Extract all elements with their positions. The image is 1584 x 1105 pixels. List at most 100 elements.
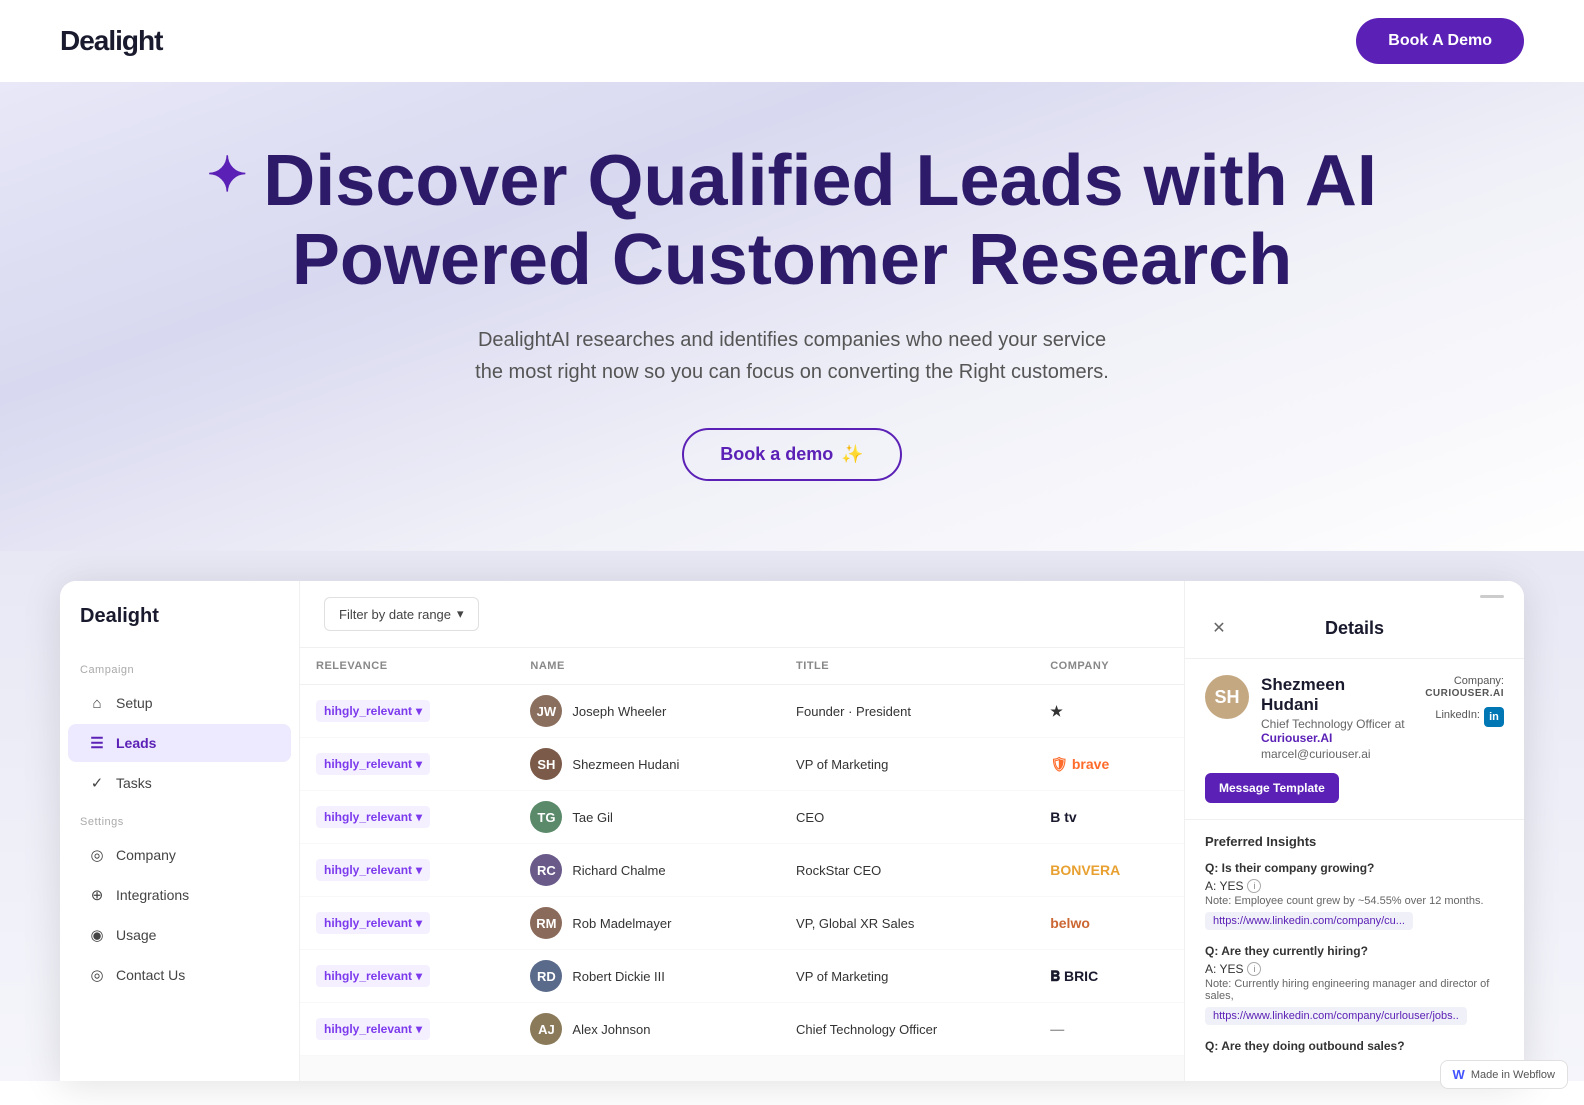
cell-relevance: hihgly_relevant ▾ — [300, 950, 514, 1003]
filter-chevron-icon: ▾ — [457, 606, 464, 622]
cell-company: belwo — [1034, 897, 1184, 950]
company-name: B tv — [1050, 809, 1076, 825]
sidebar-label-tasks: Tasks — [116, 775, 152, 791]
details-header: ✕ Details — [1185, 598, 1524, 659]
insight-a-1: A: YES i — [1205, 879, 1504, 893]
insight-link-1[interactable]: https://www.linkedin.com/company/cu... — [1205, 912, 1413, 930]
sidebar-item-leads[interactable]: ☰ Leads — [68, 724, 291, 762]
cell-title: VP of Marketing — [780, 738, 1034, 791]
relevance-badge: hihgly_relevant ▾ — [316, 753, 430, 775]
sidebar-item-usage[interactable]: ◉ Usage — [68, 916, 291, 954]
company-name: — — [1050, 1021, 1064, 1037]
row-avatar: TG — [530, 801, 562, 833]
webflow-label: Made in Webflow — [1471, 1069, 1555, 1081]
table-row[interactable]: hihgly_relevant ▾ AJ Alex Johnson Chief … — [300, 1003, 1184, 1056]
logo-text: Dealight — [60, 25, 162, 56]
insight-note-2: Note: Currently hiring engineering manag… — [1205, 978, 1504, 1002]
dropdown-icon[interactable]: ▾ — [416, 704, 422, 718]
cell-relevance: hihgly_relevant ▾ — [300, 685, 514, 738]
profile-company-link[interactable]: Curiouser.AI — [1261, 731, 1332, 745]
col-header-name: NAME — [514, 648, 780, 685]
dropdown-icon[interactable]: ▾ — [416, 916, 422, 930]
company-value-text: CURIOUSER.AI — [1425, 688, 1504, 699]
insight-answer-1: A: YES — [1205, 879, 1243, 893]
col-header-company: COMPANY — [1034, 648, 1184, 685]
book-demo-button[interactable]: Book A Demo — [1356, 18, 1524, 64]
col-header-relevance: RELEVANCE — [300, 648, 514, 685]
dropdown-icon[interactable]: ▾ — [416, 863, 422, 877]
sidebar-label-contact-us: Contact Us — [116, 967, 185, 983]
table-row[interactable]: hihgly_relevant ▾ SH Shezmeen Hudani VP … — [300, 738, 1184, 791]
insight-a-2: A: YES i — [1205, 962, 1504, 976]
cell-name: SH Shezmeen Hudani — [514, 738, 780, 791]
meta-linkedin: LinkedIn: in — [1417, 703, 1504, 727]
cell-name: JW Joseph Wheeler — [514, 685, 780, 738]
sidebar-label-setup: Setup — [116, 695, 153, 711]
sidebar-item-contact-us[interactable]: ◎ Contact Us — [68, 956, 291, 994]
hero-cta-emoji: ✨ — [841, 444, 863, 465]
cell-name: RC Richard Chalme — [514, 844, 780, 897]
webflow-badge: W Made in Webflow — [1440, 1060, 1568, 1089]
sidebar: Dealight Campaign ⌂ Setup ☰ Leads ✓ Task… — [60, 581, 300, 1081]
cell-company: 🛡 brave — [1034, 738, 1184, 791]
profile-role: Chief Technology Officer at Curiouser.AI — [1261, 717, 1405, 745]
row-avatar: RC — [530, 854, 562, 886]
cell-title: RockStar CEO — [780, 844, 1034, 897]
contact-icon: ◎ — [88, 966, 106, 984]
cell-name: RD Robert Dickie III — [514, 950, 780, 1003]
person-name: Tae Gil — [572, 810, 612, 825]
table-row[interactable]: hihgly_relevant ▾ RD Robert Dickie III V… — [300, 950, 1184, 1003]
details-panel: ✕ Details SH Shezmeen Hudani Chief Techn… — [1184, 581, 1524, 1081]
hero-section: ✦ Discover Qualified Leads with AI Power… — [0, 82, 1584, 561]
hero-cta-button[interactable]: Book a demo ✨ — [682, 428, 901, 481]
cell-name: TG Tae Gil — [514, 791, 780, 844]
dropdown-icon[interactable]: ▾ — [416, 810, 422, 824]
sidebar-item-integrations[interactable]: ⊕ Integrations — [68, 876, 291, 914]
sidebar-section-settings: Settings — [60, 804, 299, 834]
dropdown-icon[interactable]: ▾ — [416, 969, 422, 983]
profile-email: marcel@curiouser.ai — [1261, 747, 1405, 761]
company-name: ★ — [1050, 703, 1063, 719]
company-name: BONVERA — [1050, 862, 1120, 878]
cell-relevance: hihgly_relevant ▾ — [300, 738, 514, 791]
message-template-button[interactable]: Message Template — [1205, 773, 1339, 803]
list-icon: ☰ — [88, 734, 106, 752]
cell-title: VP, Global XR Sales — [780, 897, 1034, 950]
person-name: Rob Madelmayer — [572, 916, 671, 931]
dropdown-icon[interactable]: ▾ — [416, 1022, 422, 1036]
dropdown-icon[interactable]: ▾ — [416, 757, 422, 771]
insight-answer-2: A: YES — [1205, 962, 1243, 976]
table-row[interactable]: hihgly_relevant ▾ RC Richard Chalme Rock… — [300, 844, 1184, 897]
table-row[interactable]: hihgly_relevant ▾ TG Tae Gil CEO B tv — [300, 791, 1184, 844]
person-name: Alex Johnson — [572, 1022, 650, 1037]
table-row[interactable]: hihgly_relevant ▾ JW Joseph Wheeler Foun… — [300, 685, 1184, 738]
main-content: Filter by date range ▾ RELEVANCE NAME TI… — [300, 581, 1184, 1081]
tasks-icon: ✓ — [88, 774, 106, 792]
filter-button[interactable]: Filter by date range ▾ — [324, 597, 479, 631]
sidebar-item-setup[interactable]: ⌂ Setup — [68, 684, 291, 722]
cell-company: ★ — [1034, 685, 1184, 738]
relevance-badge: hihgly_relevant ▾ — [316, 806, 430, 828]
table-row[interactable]: hihgly_relevant ▾ RM Rob Madelmayer VP, … — [300, 897, 1184, 950]
cell-title: Founder · President — [780, 685, 1034, 738]
home-icon: ⌂ — [88, 694, 106, 712]
table-header-row: RELEVANCE NAME TITLE COMPANY — [300, 648, 1184, 685]
sidebar-item-company[interactable]: ◎ Company — [68, 836, 291, 874]
sidebar-item-tasks[interactable]: ✓ Tasks — [68, 764, 291, 802]
relevance-badge: hihgly_relevant ▾ — [316, 912, 430, 934]
hero-subtitle: DealightAI researches and identifies com… — [80, 324, 1504, 388]
insight-link-2[interactable]: https://www.linkedin.com/company/curlous… — [1205, 1007, 1467, 1025]
linkedin-icon[interactable]: in — [1484, 707, 1504, 727]
cell-name: AJ Alex Johnson — [514, 1003, 780, 1056]
cell-title: Chief Technology Officer — [780, 1003, 1034, 1056]
cell-name: RM Rob Madelmayer — [514, 897, 780, 950]
profile-role-text: Chief Technology Officer at — [1261, 717, 1405, 731]
person-name: Richard Chalme — [572, 863, 665, 878]
hero-title: ✦ Discover Qualified Leads with AI Power… — [80, 142, 1504, 300]
cell-title: VP of Marketing — [780, 950, 1034, 1003]
close-icon[interactable]: ✕ — [1205, 614, 1233, 642]
row-avatar: SH — [530, 748, 562, 780]
hero-subtitle-line1: DealightAI researches and identifies com… — [80, 324, 1504, 356]
leads-table: RELEVANCE NAME TITLE COMPANY hihgly_rele… — [300, 648, 1184, 1056]
profile-name: Shezmeen Hudani — [1261, 675, 1405, 715]
